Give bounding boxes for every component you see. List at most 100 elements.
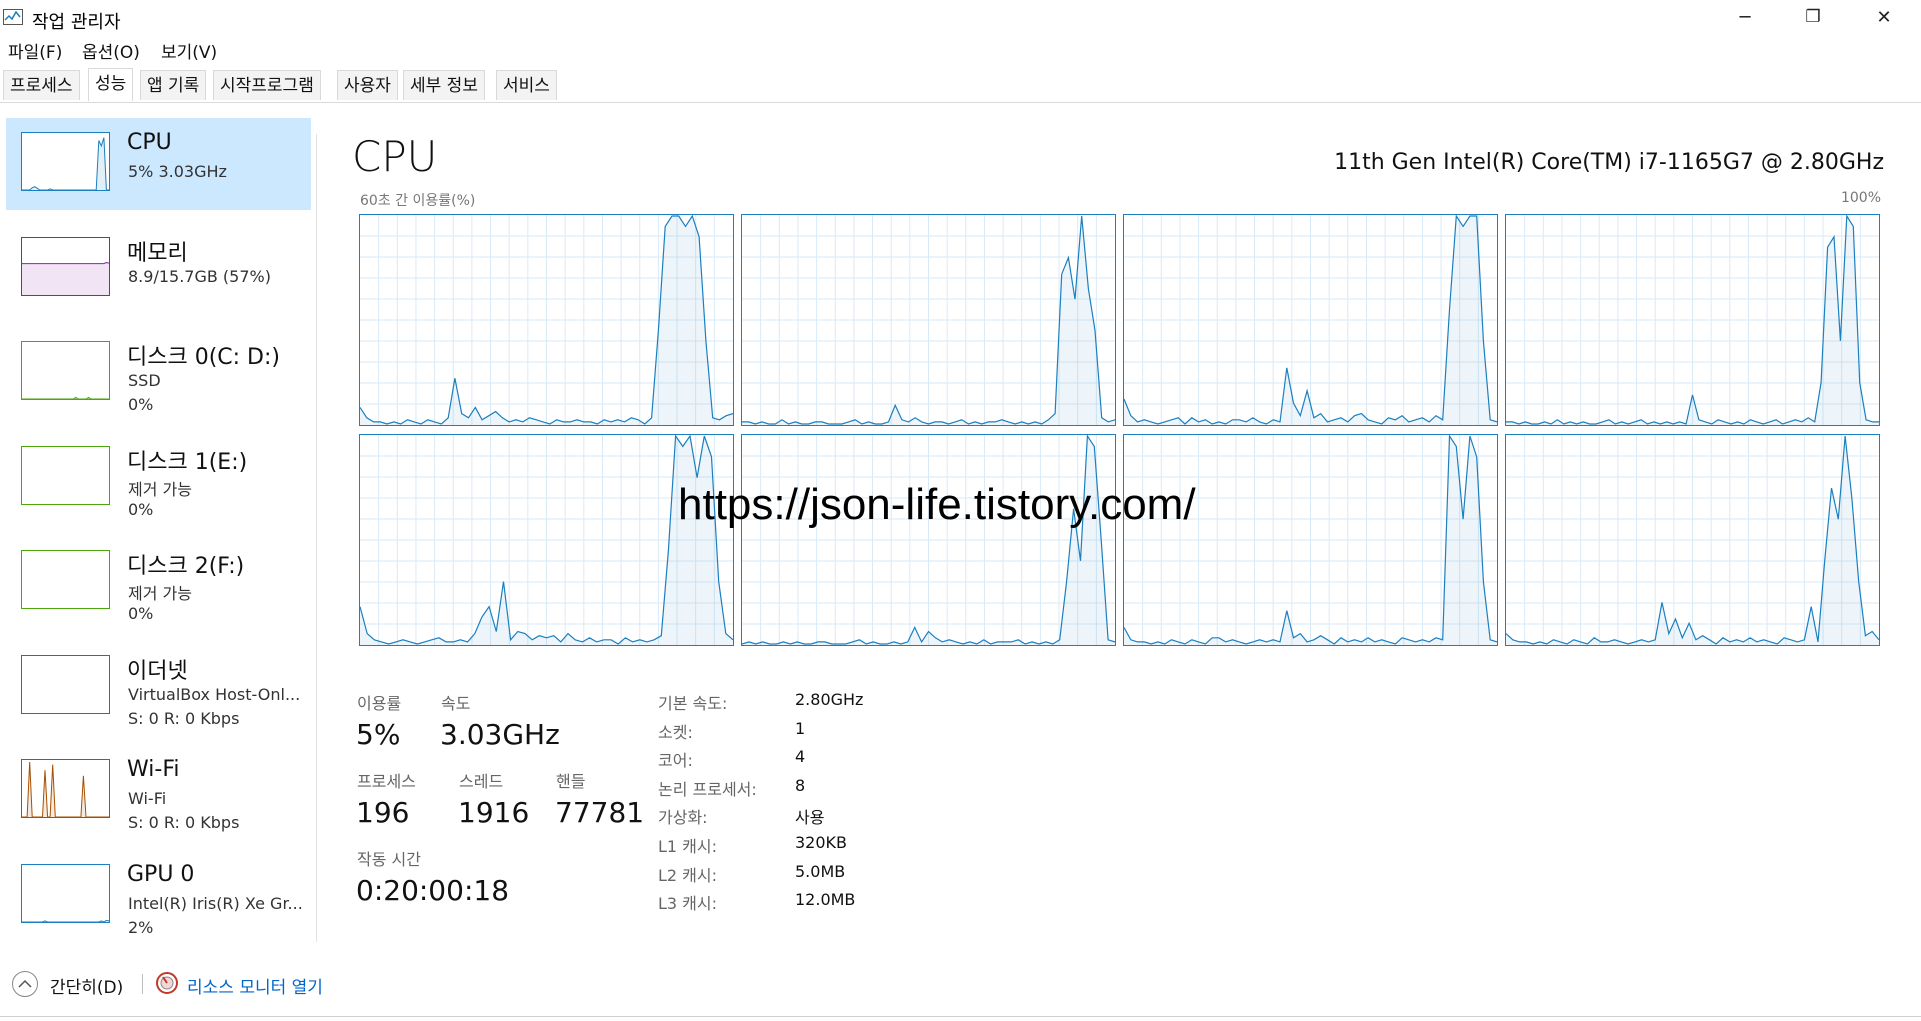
window-title: 작업 관리자	[32, 12, 121, 33]
spec-value: 12.0MB	[795, 890, 856, 910]
sidebar-thumbnail-graph	[21, 759, 110, 818]
task-manager-icon	[3, 9, 23, 25]
graph-max-label: 100%	[1840, 190, 1881, 206]
thumbnail-line	[22, 761, 109, 817]
sidebar-item-ethernet[interactable]: 이더넷 VirtualBox Host-Onl... S: 0 R: 0 Kbps	[6, 641, 311, 733]
sidebar-item-disk-1[interactable]: 디스크 1(E:) 제거 가능 0%	[6, 432, 311, 524]
spec-label: 기본 속도:	[658, 694, 728, 713]
thumbnail-area	[22, 762, 109, 817]
uptime-value: 0:20:00:18	[356, 874, 510, 907]
core-graph-4	[359, 434, 734, 646]
spec-value: 2.80GHz	[795, 690, 864, 709]
sidebar-item-value: 0%	[128, 604, 154, 623]
tab-processes[interactable]: 프로세스	[3, 70, 80, 100]
handles-value: 77781	[555, 796, 645, 829]
close-button[interactable]: ✕	[1852, 0, 1916, 34]
spec-label: 소켓:	[658, 722, 693, 742]
sidebar-item-detail: 제거 가능	[128, 479, 192, 499]
sidebar-item-detail: SSD	[128, 371, 161, 390]
open-resource-monitor-link[interactable]: 리소스 모니터 열기	[187, 973, 323, 998]
thumbnail-line	[22, 137, 109, 190]
sidebar-item-value: 0%	[128, 395, 154, 414]
tab-startup[interactable]: 시작프로그램	[213, 70, 321, 100]
spec-value: 4	[795, 747, 806, 767]
sidebar-item-title: 이더넷	[127, 658, 188, 684]
sidebar-item-title: 디스크 2(F:)	[127, 554, 245, 579]
menu-view[interactable]: 보기(V)	[161, 38, 217, 63]
speed-value: 3.03GHz	[440, 718, 560, 751]
sidebar-thumbnail-graph	[21, 654, 110, 714]
uptime-label: 작동 시간	[357, 850, 421, 869]
sidebar-item-cpu[interactable]: CPU 5% 3.03GHz	[6, 118, 311, 210]
core-graph-2	[1123, 214, 1498, 426]
sidebar-item-value: 2%	[128, 917, 154, 937]
sidebar-item-memory[interactable]: 메모리 8.9/15.7GB (57%)	[6, 223, 311, 315]
watermark-url: https://json-life.tistory.com/	[678, 480, 1196, 529]
sidebar-item-title: CPU	[127, 130, 172, 155]
core-graph-7	[1505, 434, 1880, 646]
core-graph-3	[1505, 214, 1880, 426]
sidebar-item-detail: 제거 가능	[128, 584, 192, 603]
sidebar-item-value: 0%	[128, 499, 154, 519]
processes-label: 프로세스	[357, 772, 416, 791]
maximize-button[interactable]: ❐	[1781, 0, 1845, 34]
footer-bar: 간단히(D) 리소스 모니터 열기	[0, 962, 1921, 1007]
spec-value: 8	[795, 775, 806, 795]
resource-monitor-icon	[156, 972, 178, 994]
thumbnail-line	[22, 261, 109, 264]
spec-value: 5.0MB	[795, 861, 846, 881]
thumbnail-area	[22, 262, 109, 295]
tab-app-history[interactable]: 앱 기록	[140, 70, 207, 100]
sidebar-thumbnail-graph	[21, 445, 110, 505]
spec-label: L2 캐시:	[658, 865, 718, 885]
title-bar: 작업 관리자 ─ ❐ ✕	[0, 0, 1921, 36]
cpu-core-graphs	[359, 214, 1881, 648]
graph-axis-label: 60초 간 이용률(%)	[360, 193, 476, 209]
tab-performance[interactable]: 성능	[88, 68, 134, 101]
sidebar-item-title: 디스크 0(C: D:)	[127, 345, 280, 370]
spec-label: 논리 프로세서:	[658, 779, 757, 799]
tab-users[interactable]: 사용자	[337, 70, 398, 100]
thumbnail-line	[22, 919, 109, 922]
speed-label: 속도	[441, 694, 471, 713]
sidebar-thumbnail-graph	[21, 341, 110, 400]
sidebar-thumbnail-graph	[21, 550, 110, 609]
footer-separator	[142, 974, 143, 994]
utilization-label: 이용률	[357, 694, 402, 713]
processes-value: 196	[356, 796, 410, 829]
sidebar-divider	[316, 134, 317, 942]
minimize-button[interactable]: ─	[1713, 0, 1777, 34]
sidebar-item-disk-2[interactable]: 디스크 2(F:) 제거 가능 0%	[6, 536, 311, 628]
sidebar-item-value: S: 0 R: 0 Kbps	[128, 708, 240, 728]
tab-services[interactable]: 서비스	[496, 70, 557, 100]
sidebar-item-title: Wi-Fi	[127, 757, 180, 782]
sidebar-item-gpu-0[interactable]: GPU 0 Intel(R) Iris(R) Xe Gr... 2%	[6, 850, 311, 942]
menu-file[interactable]: 파일(F)	[8, 38, 62, 63]
spec-value: 사용	[795, 808, 825, 828]
sidebar-thumbnail-graph	[21, 863, 110, 923]
menu-bar: 파일(F) 옵션(O) 보기(V)	[0, 38, 1921, 64]
tab-details[interactable]: 세부 정보	[403, 70, 485, 100]
tab-bar: 프로세스 성능 앱 기록 시작프로그램 사용자 세부 정보 서비스	[0, 68, 1921, 103]
menu-options[interactable]: 옵션(O)	[82, 38, 140, 63]
sidebar-item-value: S: 0 R: 0 Kbps	[128, 813, 240, 832]
threads-label: 스레드	[459, 772, 504, 791]
sidebar-item-detail: 5% 3.03GHz	[128, 162, 227, 181]
fewer-details-button[interactable]: 간단히(D)	[50, 973, 123, 998]
sidebar-item-title: 디스크 1(E:)	[127, 449, 248, 475]
sidebar-item-detail: Intel(R) Iris(R) Xe Gr...	[128, 893, 303, 913]
core-graph-6	[1123, 434, 1498, 646]
sidebar-thumbnail-graph	[21, 236, 110, 296]
sidebar-item-disk-0[interactable]: 디스크 0(C: D:) SSD 0%	[6, 327, 311, 419]
sidebar-item-detail: 8.9/15.7GB (57%)	[128, 266, 271, 286]
spec-label: 가상화:	[658, 808, 708, 828]
page-title: CPU	[352, 132, 438, 181]
sidebar-item-title: GPU 0	[127, 861, 195, 887]
sidebar-item-title: 메모리	[127, 240, 188, 266]
thumbnail-line	[22, 396, 109, 399]
sidebar-thumbnail-graph	[21, 132, 110, 191]
chevron-up-icon[interactable]	[12, 971, 38, 997]
spec-label: L3 캐시:	[658, 894, 718, 914]
sidebar-item-detail: VirtualBox Host-Onl...	[128, 684, 301, 704]
sidebar-item-wifi[interactable]: Wi-Fi Wi-Fi S: 0 R: 0 Kbps	[6, 745, 311, 837]
